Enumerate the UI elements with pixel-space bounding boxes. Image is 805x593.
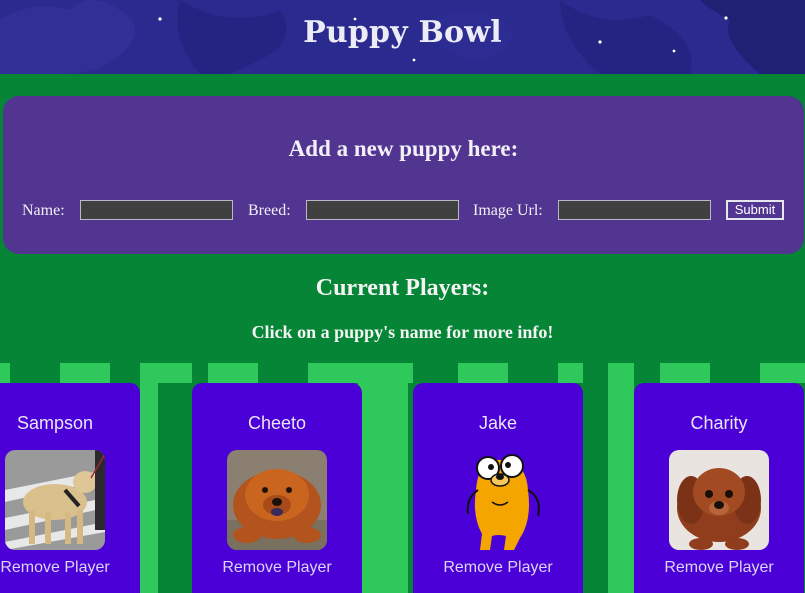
remove-player-button[interactable]: Remove Player bbox=[0, 559, 140, 577]
remove-player-button[interactable]: Remove Player bbox=[192, 559, 362, 577]
form-row: Name: Breed: Image Url: Submit bbox=[3, 200, 804, 224]
breed-input[interactable] bbox=[306, 200, 459, 220]
player-name[interactable]: Cheeto bbox=[192, 413, 362, 434]
player-name[interactable]: Charity bbox=[634, 413, 804, 434]
player-name[interactable]: Jake bbox=[413, 413, 583, 434]
puppy-photo bbox=[227, 450, 327, 550]
name-input[interactable] bbox=[80, 200, 233, 220]
image-url-label: Image Url: bbox=[473, 202, 543, 219]
name-label: Name: bbox=[22, 202, 65, 219]
breed-label: Breed: bbox=[248, 202, 291, 219]
player-card: Cheeto Remove Player bbox=[192, 383, 362, 593]
player-name[interactable]: Sampson bbox=[0, 413, 140, 434]
remove-player-button[interactable]: Remove Player bbox=[413, 559, 583, 577]
form-heading: Add a new puppy here: bbox=[288, 136, 519, 161]
puppy-photo bbox=[448, 450, 548, 550]
image-url-input[interactable] bbox=[558, 200, 711, 220]
page-title: Puppy Bowl bbox=[303, 15, 502, 50]
player-card: Sampson Remove Player bbox=[0, 383, 140, 593]
player-card: Charity Remove Player bbox=[634, 383, 804, 593]
puppy-photo bbox=[669, 450, 769, 550]
submit-button[interactable]: Submit bbox=[726, 200, 784, 220]
add-puppy-form: Add a new puppy here: Name: Breed: Image… bbox=[3, 96, 804, 254]
puppy-photo bbox=[5, 450, 105, 550]
remove-player-button[interactable]: Remove Player bbox=[634, 559, 804, 577]
players-heading: Current Players: bbox=[315, 275, 490, 301]
player-card: Jake Remove Player bbox=[413, 383, 583, 593]
header-banner: Puppy Bowl bbox=[0, 0, 805, 74]
players-subheading: Click on a puppy's name for more info! bbox=[251, 322, 554, 342]
